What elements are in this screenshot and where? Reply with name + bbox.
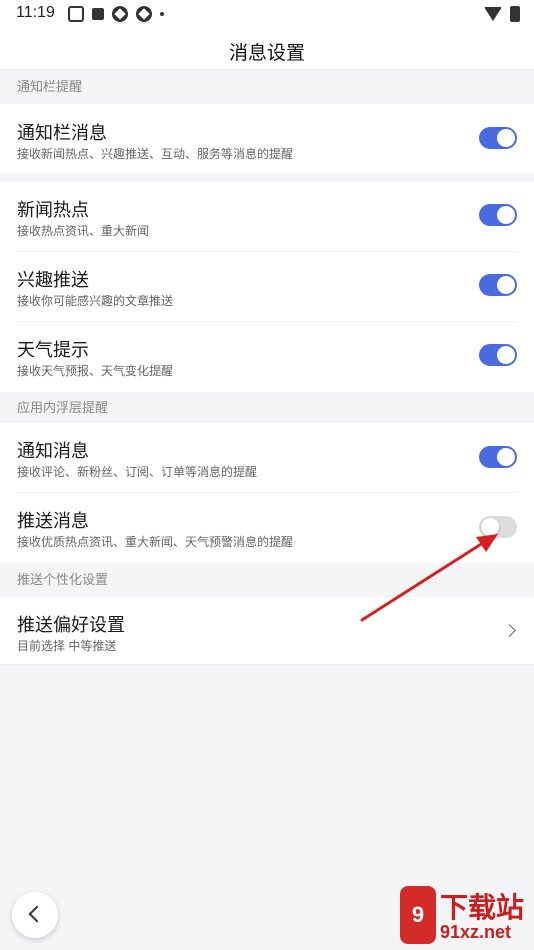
- card-push-personalization: 推送偏好设置 目前选择 中等推送: [0, 597, 534, 665]
- chevron-right-icon: [503, 624, 516, 637]
- status-system-icons: [484, 6, 520, 22]
- setting-subtitle: 接收优质热点资讯、重大新闻、天气预警消息的提醒: [17, 535, 294, 549]
- battery-icon: [510, 6, 520, 22]
- toggle-notification-bar-messages[interactable]: [479, 127, 517, 149]
- setting-subtitle: 接收评论、新粉丝、订阅、订单等消息的提醒: [17, 465, 258, 479]
- section-header-push-personalization: 推送个性化设置: [0, 563, 534, 597]
- setting-row-notification-messages[interactable]: 通知消息 接收评论、新粉丝、订阅、订单等消息的提醒: [0, 423, 534, 493]
- page-title: 消息设置: [228, 43, 305, 64]
- status-time: 11:19: [16, 4, 55, 21]
- setting-title: 推送消息: [17, 511, 89, 531]
- status-notification-icons: [68, 6, 164, 22]
- arrow-left-icon: [28, 905, 46, 923]
- ball-icon: [112, 6, 128, 22]
- watermark-url: 91xz.net: [440, 922, 512, 942]
- ball-icon: [136, 6, 152, 22]
- status-bar: 11:19: [0, 0, 534, 28]
- setting-title: 通知栏消息: [17, 123, 107, 143]
- title-bar: 消息设置: [0, 28, 534, 70]
- toggle-notification-messages[interactable]: [479, 446, 517, 468]
- watermark-title: 下载站: [440, 892, 525, 923]
- setting-title: 新闻热点: [17, 200, 89, 220]
- setting-row-weather-tips[interactable]: 天气提示 接收天气预报、天气变化提醒: [0, 322, 534, 392]
- toggle-interest-push[interactable]: [479, 274, 517, 296]
- setting-subtitle: 接收你可能感兴趣的文章推送: [17, 294, 174, 308]
- square-icon: [92, 8, 104, 20]
- back-button[interactable]: [12, 892, 58, 938]
- toggle-weather-tips[interactable]: [479, 344, 517, 366]
- setting-subtitle: 接收热点资讯、重大新闻: [17, 224, 150, 238]
- setting-title: 兴趣推送: [17, 270, 89, 290]
- setting-row-push-preference[interactable]: 推送偏好设置 目前选择 中等推送: [0, 597, 534, 665]
- setting-title: 通知消息: [17, 441, 89, 461]
- setting-row-push-messages[interactable]: 推送消息 接收优质热点资讯、重大新闻、天气预警消息的提醒: [0, 493, 534, 563]
- section-gap: [0, 174, 534, 182]
- dot-icon: [160, 12, 164, 16]
- setting-title: 推送偏好设置: [17, 615, 125, 635]
- setting-row-notification-bar-messages[interactable]: 通知栏消息 接收新闻热点、兴趣推送、互动、服务等消息的提醒: [0, 104, 534, 174]
- setting-subtitle: 接收天气预报、天气变化提醒: [17, 364, 174, 378]
- watermark: 9 下载站 91xz.net: [400, 886, 534, 950]
- wifi-icon: [484, 7, 502, 21]
- toggle-push-messages[interactable]: [479, 516, 517, 538]
- toggle-news-hotspot[interactable]: [479, 204, 517, 226]
- card-in-app-overlay: 通知消息 接收评论、新粉丝、订阅、订单等消息的提醒 推送消息 接收优质热点资讯、…: [0, 423, 534, 563]
- watermark-logo: 9: [400, 886, 436, 944]
- setting-row-news-hotspot[interactable]: 新闻热点 接收热点资讯、重大新闻: [0, 182, 534, 252]
- section-header-in-app-overlay: 应用内浮层提醒: [0, 392, 534, 423]
- setting-subtitle: 接收新闻热点、兴趣推送、互动、服务等消息的提醒: [17, 147, 294, 161]
- paw-icon: [68, 6, 84, 22]
- setting-title: 天气提示: [17, 340, 89, 360]
- card-content-categories: 新闻热点 接收热点资讯、重大新闻 兴趣推送 接收你可能感兴趣的文章推送 天气提示…: [0, 182, 534, 392]
- section-header-notification-bar: 通知栏提醒: [0, 70, 534, 104]
- setting-row-interest-push[interactable]: 兴趣推送 接收你可能感兴趣的文章推送: [0, 252, 534, 322]
- setting-subtitle: 目前选择 中等推送: [17, 639, 117, 653]
- card-notification-bar: 通知栏消息 接收新闻热点、兴趣推送、互动、服务等消息的提醒: [0, 104, 534, 174]
